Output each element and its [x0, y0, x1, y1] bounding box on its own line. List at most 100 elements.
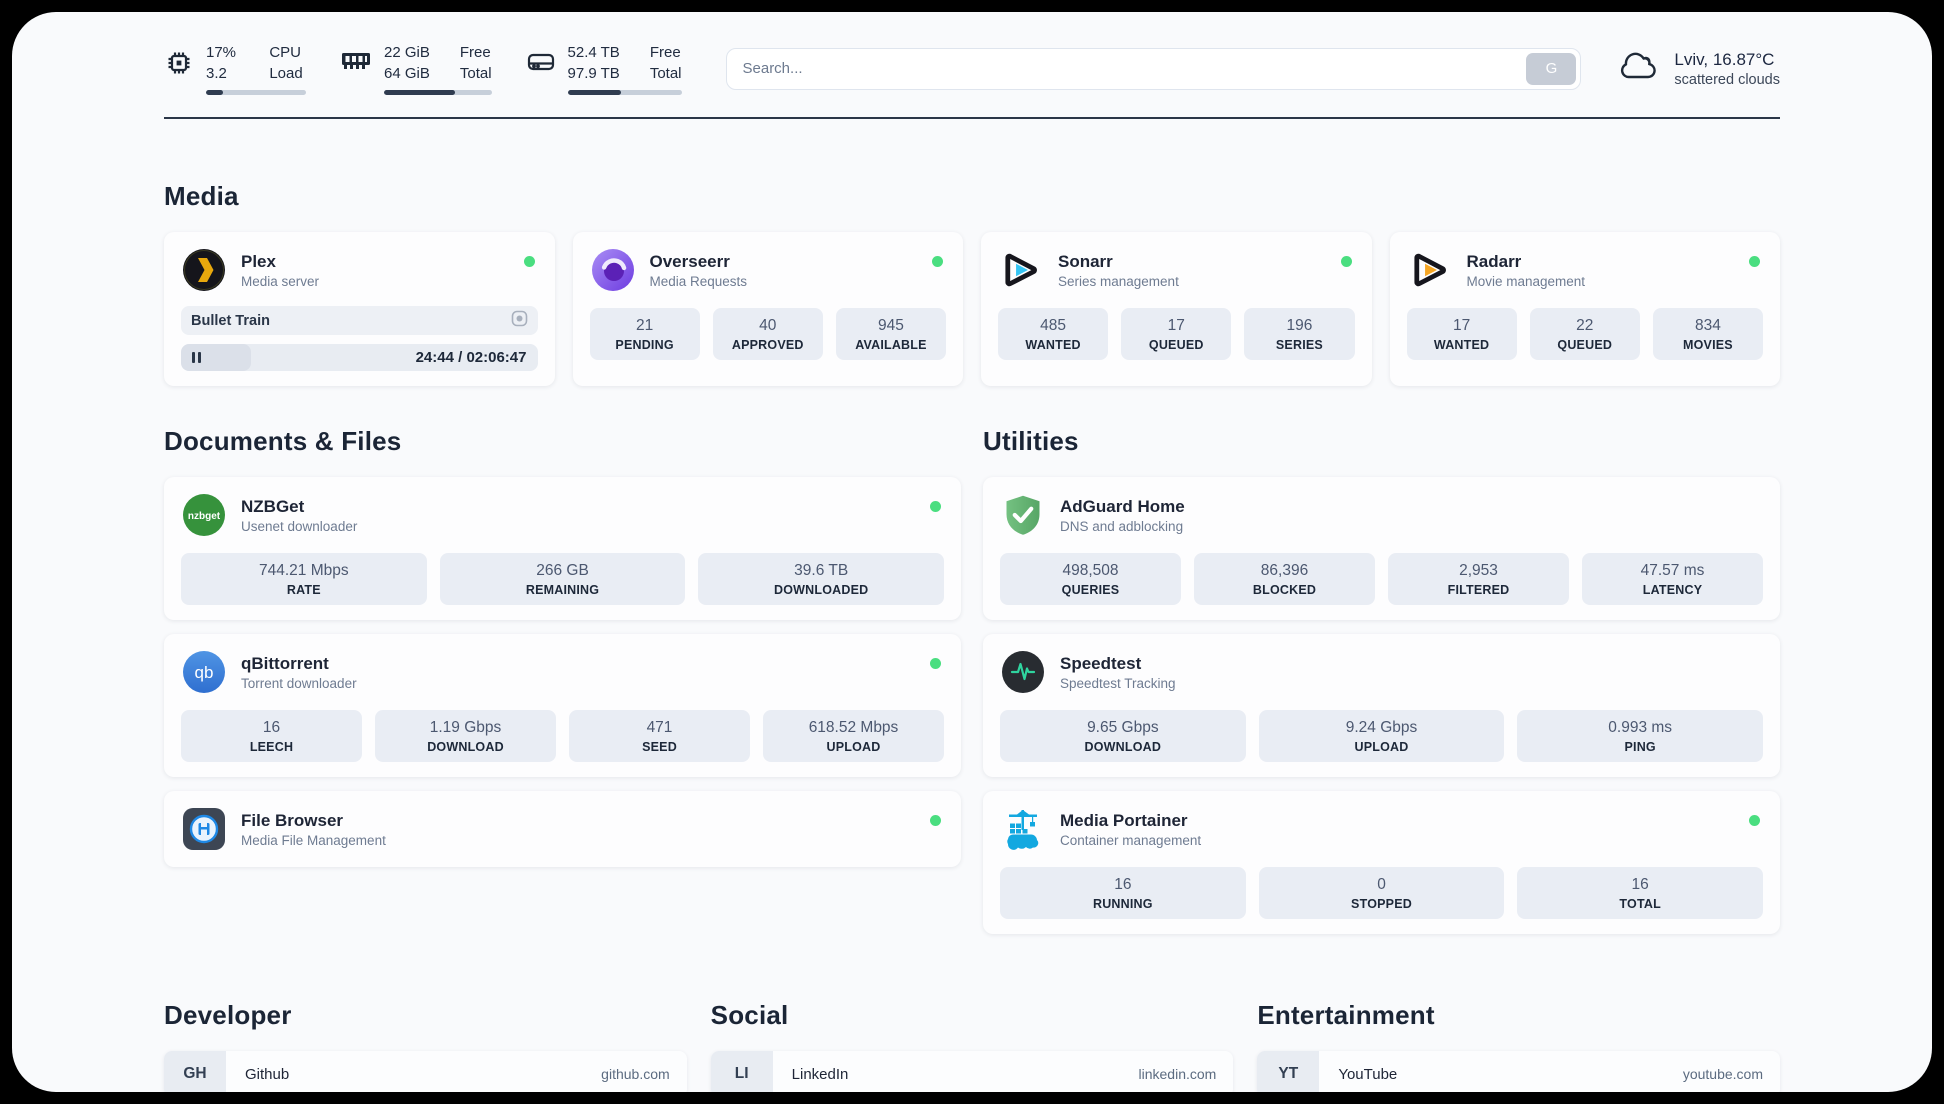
sonarr-icon	[998, 247, 1044, 293]
cpu-stat: 17% CPU 3.2 Load	[164, 42, 306, 95]
app-card-plex[interactable]: Plex Media server Bullet Train 24:44 / 0	[164, 232, 555, 386]
app-subtitle: Media Requests	[649, 274, 748, 290]
stat-box: 9.24 Gbps UPLOAD	[1258, 710, 1505, 762]
disk-value-1: 52.4 TB	[567, 44, 620, 61]
stat-box: 17 WANTED	[1406, 308, 1517, 360]
cpu-label-2: Load	[269, 65, 303, 82]
memory-label-1: Free	[459, 44, 491, 61]
disk-stat: 52.4 TB Free 97.9 TB Total	[526, 42, 682, 95]
stat-box: 834 MOVIES	[1652, 308, 1764, 360]
overseerr-icon	[590, 247, 636, 293]
status-dot	[1749, 256, 1760, 267]
status-dot	[1340, 256, 1352, 267]
app-title: NZBGet	[241, 496, 305, 516]
section-title-entertainment: Entertainment	[1257, 1000, 1435, 1030]
cpu-progress-bar	[206, 90, 306, 95]
app-card-overseerr[interactable]: Overseerr Media Requests 21 PENDING 40 A…	[572, 232, 963, 386]
bookmark-link-youtube[interactable]: YT YouTube youtube.com	[1257, 1051, 1780, 1092]
svg-text:qb: qb	[195, 663, 214, 682]
section-title-developer: Developer	[164, 1000, 292, 1030]
stat-box: 17 QUEUED	[1121, 308, 1232, 360]
status-dot	[932, 256, 943, 267]
app-card-file-browser[interactable]: File Browser Media File Management	[164, 791, 961, 867]
stat-box: 2,953 FILTERED	[1388, 553, 1569, 605]
bookmark-url: github.com	[601, 1066, 670, 1082]
playback-time: 24:44 / 02:06:47	[415, 349, 527, 366]
bookmark-abbr: YT	[1257, 1051, 1320, 1092]
stat-box: 0.993 ms PING	[1517, 710, 1764, 762]
search-engine-button[interactable]: G	[1526, 52, 1577, 85]
stat-box: 485 WANTED	[998, 308, 1109, 360]
stat-box: 498,508 QUERIES	[1000, 553, 1181, 605]
app-subtitle: Series management	[1058, 274, 1179, 290]
app-subtitle: Media server	[241, 274, 320, 290]
bookmark-group-developer: Developer GH Github github.com SO StackO…	[164, 1000, 687, 1092]
stat-box: 47.57 ms LATENCY	[1582, 553, 1763, 605]
stat-box: 22 QUEUED	[1529, 308, 1640, 360]
app-title: Media Portainer	[1060, 810, 1188, 830]
stat-box: 40 APPROVED	[712, 308, 823, 360]
stat-box: 21 PENDING	[589, 308, 700, 360]
app-card-portainer[interactable]: Media Portainer Container management 16 …	[983, 791, 1780, 934]
app-subtitle: Container management	[1060, 833, 1202, 849]
qbittorrent-icon: qb	[181, 649, 227, 695]
app-card-qbittorrent[interactable]: qb qBittorrent Torrent downloader 16 LEE…	[164, 634, 961, 777]
app-subtitle: Speedtest Tracking	[1060, 676, 1176, 692]
media-cards-row: Plex Media server Bullet Train 24:44 / 0	[164, 232, 1780, 386]
bookmark-name: YouTube	[1338, 1065, 1398, 1083]
disk-progress-bar	[567, 90, 682, 95]
cpu-chip-icon	[164, 48, 194, 83]
stat-box: 618.52 Mbps UPLOAD	[763, 710, 944, 762]
app-card-nzbget[interactable]: nzbget NZBGet Usenet downloader 744.21 M…	[164, 477, 961, 620]
app-title: Radarr	[1466, 251, 1522, 271]
memory-stat: 22 GiB Free 64 GiB Total	[340, 42, 492, 95]
stat-box: 16 TOTAL	[1517, 867, 1764, 919]
memory-icon	[340, 48, 372, 79]
search-bar: G	[725, 47, 1582, 90]
app-title: Sonarr	[1058, 251, 1113, 271]
stat-box: 16 RUNNING	[1000, 867, 1246, 919]
app-card-speedtest[interactable]: Speedtest Speedtest Tracking 9.65 Gbps D…	[983, 634, 1780, 777]
cpu-label-1: CPU	[269, 44, 301, 61]
section-title-documents: Documents & Files	[164, 426, 402, 456]
memory-label-2: Total	[459, 65, 492, 82]
stat-box: 0 STOPPED	[1258, 867, 1505, 919]
app-subtitle: Movie management	[1466, 274, 1586, 290]
bookmark-link-linkedin[interactable]: LI LinkedIn linkedin.com	[710, 1051, 1234, 1092]
app-card-sonarr[interactable]: Sonarr Series management 485 WANTED 17 Q…	[981, 232, 1372, 386]
bookmark-name: LinkedIn	[791, 1065, 849, 1083]
adguard-icon	[1000, 492, 1046, 538]
now-playing-row: Bullet Train	[181, 306, 538, 335]
memory-value-2: 64 GiB	[384, 65, 430, 82]
section-title-social: Social	[710, 1000, 789, 1030]
stat-box: 86,396 BLOCKED	[1194, 553, 1375, 605]
app-card-radarr[interactable]: Radarr Movie management 17 WANTED 22 QUE…	[1389, 232, 1780, 386]
app-subtitle: Torrent downloader	[241, 676, 357, 692]
bookmark-abbr: LI	[710, 1051, 773, 1092]
bookmark-link-github[interactable]: GH Github github.com	[164, 1051, 687, 1092]
bookmark-group-entertainment: Entertainment YT YouTube youtube.com NF …	[1257, 1000, 1780, 1092]
weather-widget: Lviv, 16.87°C scattered clouds	[1619, 49, 1780, 88]
stat-box: 39.6 TB DOWNLOADED	[698, 553, 945, 605]
app-card-adguard[interactable]: AdGuard Home DNS and adblocking 498,508 …	[983, 477, 1780, 620]
svg-text:nzbget: nzbget	[188, 511, 221, 522]
app-subtitle: Usenet downloader	[241, 519, 358, 535]
bookmark-name: Github	[245, 1065, 290, 1083]
stat-box: 266 GB REMAINING	[439, 553, 686, 605]
app-subtitle: Media File Management	[241, 833, 386, 849]
documents-column: Documents & Files nzbget NZBGet Usenet d…	[164, 426, 961, 934]
stat-box: 471 SEED	[569, 710, 750, 762]
cloud-icon	[1619, 49, 1661, 88]
app-subtitle: DNS and adblocking	[1060, 519, 1184, 535]
speedtest-icon	[1000, 649, 1046, 695]
playback-progress-bar[interactable]: 24:44 / 02:06:47	[181, 344, 538, 371]
disk-label-2: Total	[649, 65, 682, 82]
status-dot	[930, 658, 941, 669]
app-title: Overseerr	[649, 251, 730, 271]
app-title: Speedtest	[1060, 653, 1142, 673]
weather-condition: scattered clouds	[1674, 71, 1780, 88]
hard-drive-icon	[526, 48, 556, 81]
search-input[interactable]	[725, 47, 1582, 90]
radarr-icon	[1407, 247, 1453, 293]
memory-value-1: 22 GiB	[384, 44, 430, 61]
